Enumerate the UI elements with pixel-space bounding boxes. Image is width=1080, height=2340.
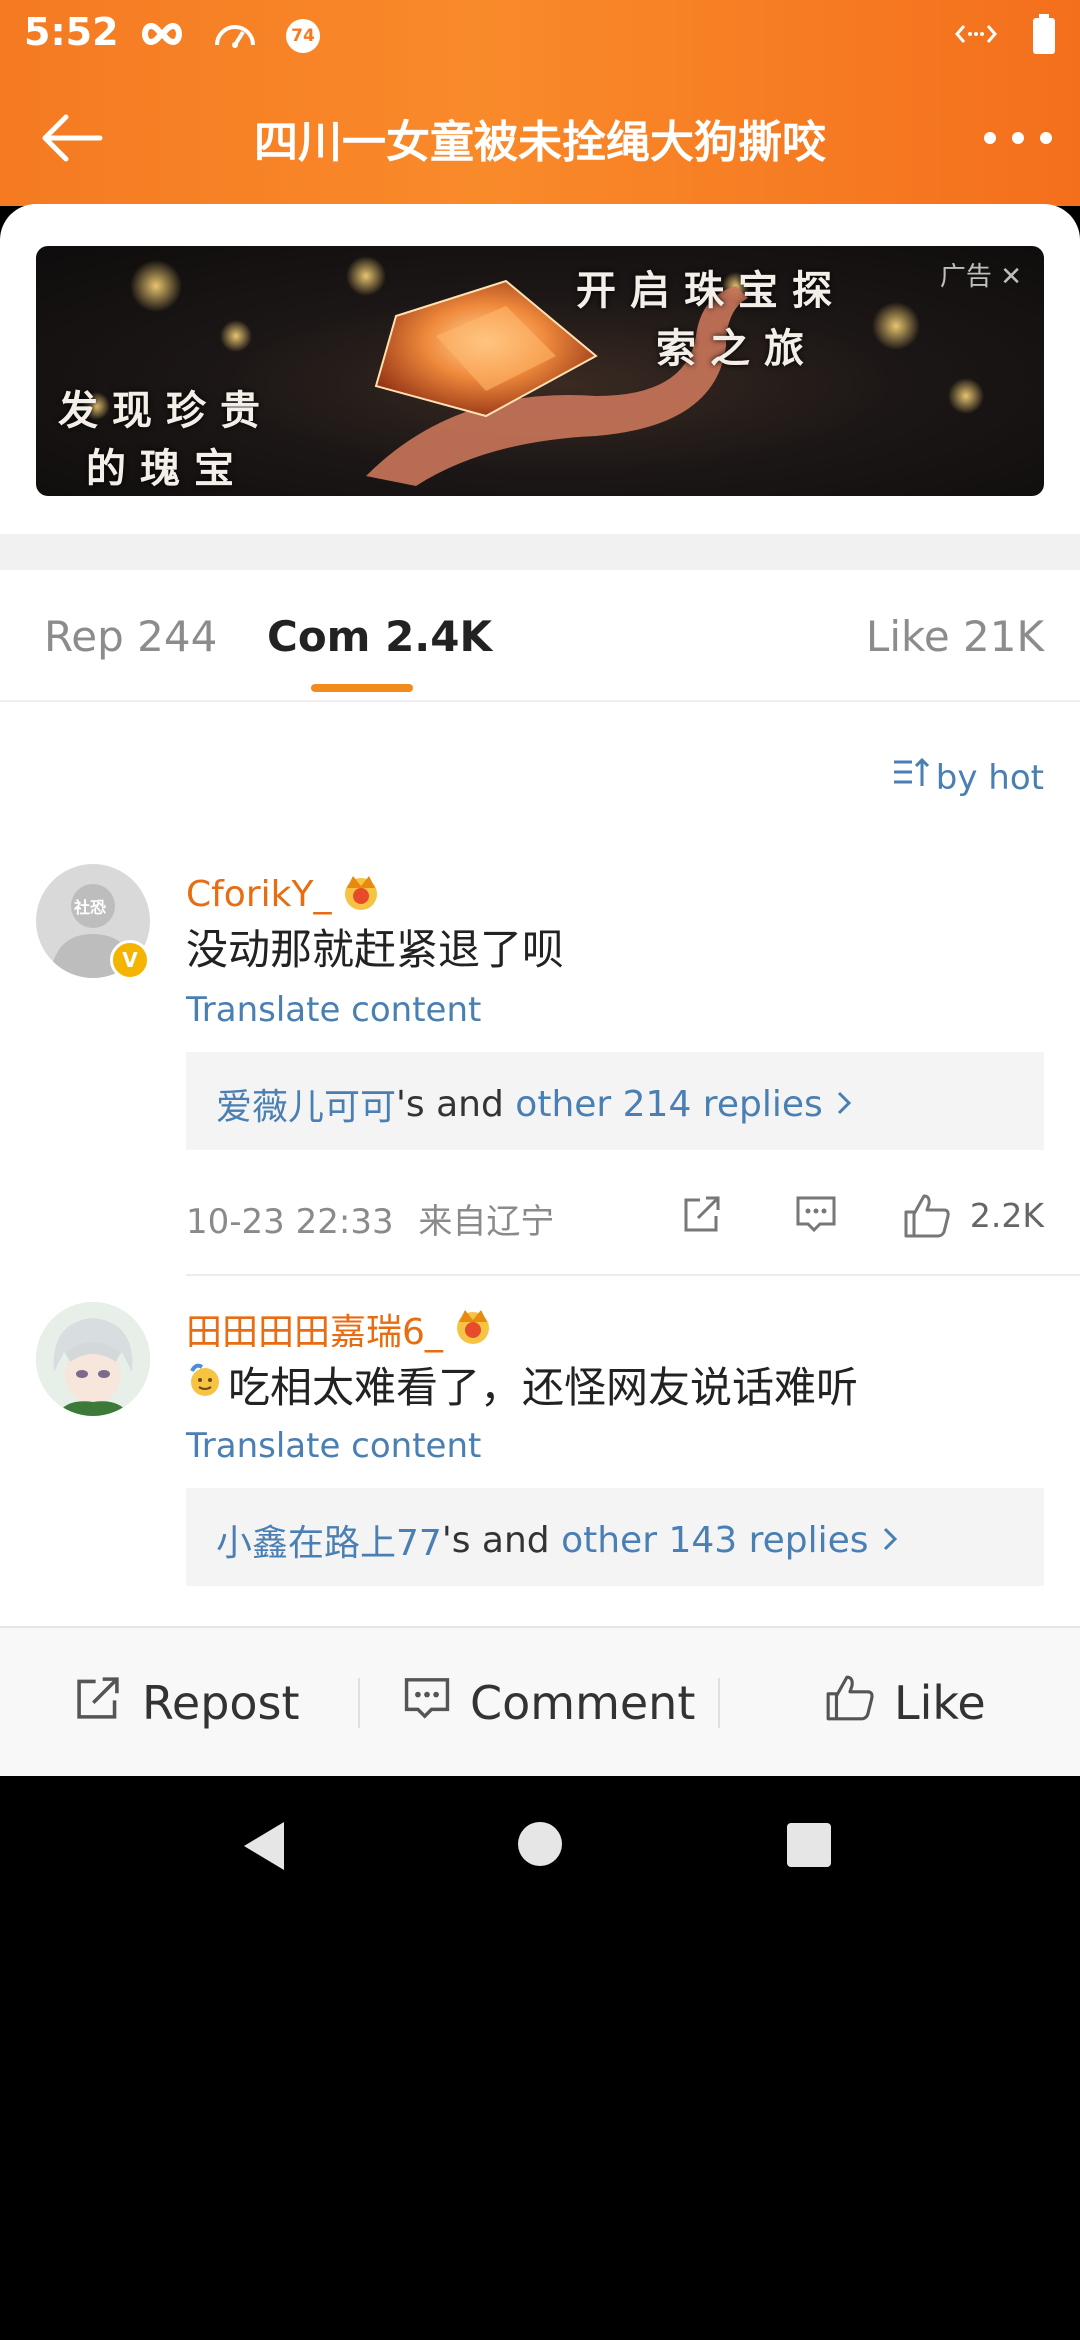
reply-username[interactable]: 爱薇儿可可 (216, 1078, 396, 1130)
crown-icon (339, 868, 383, 921)
bottom-action-bar: Repost Comment Like (0, 1626, 1080, 1778)
comment-icon (794, 1196, 838, 1240)
reply-connector: 's and (396, 1083, 516, 1125)
date-text: 10-23 22:33 (186, 1202, 394, 1242)
chevron-right-icon (835, 1084, 853, 1125)
share-icon (72, 1672, 124, 1735)
more-dots-icon (978, 132, 1058, 166)
crown-icon (451, 1302, 495, 1355)
repost-comment-button[interactable] (680, 1192, 724, 1240)
arrow-left-icon (36, 114, 108, 178)
active-tab-indicator (311, 684, 413, 692)
ad-text-left-2: 的瑰宝 (86, 445, 248, 492)
comment-meta: 10-23 22:33 来自辽宁 2.2K (186, 1186, 1044, 1246)
infinity-icon (140, 21, 184, 51)
recents-square-icon[interactable] (786, 1822, 832, 1872)
more-replies-link[interactable]: other 143 replies (561, 1520, 868, 1561)
more-button[interactable] (978, 114, 1058, 162)
replies-preview[interactable]: 爱薇儿可可 's and other 214 replies (186, 1052, 1044, 1150)
home-circle-icon[interactable] (516, 1820, 564, 1872)
like-button[interactable] (902, 1192, 952, 1244)
like-button[interactable]: Like (824, 1628, 986, 1778)
location-text: 来自辽宁 (418, 1202, 555, 1242)
tab-repost[interactable]: Rep 244 (44, 612, 217, 661)
notification-badge-icon: 74 (286, 19, 320, 53)
comment-button[interactable]: Comment (402, 1628, 695, 1778)
comment-date: 10-23 22:33 来自辽宁 (186, 1194, 554, 1243)
comment-item: 田田田田嘉瑞6_ 吃相太难看了，还怪网友说话难听 Translate conte… (0, 1302, 1080, 1626)
chevron-right-icon (881, 1520, 899, 1561)
comment-label: Comment (470, 1676, 696, 1730)
ad-text-left-1: 发现珍贵 (58, 387, 274, 434)
bottom-bar-divider (358, 1678, 360, 1728)
sort-label: by hot (935, 757, 1044, 798)
ad-banner[interactable]: 开启珠宝探 索之旅 发现珍贵 的瑰宝 广告 ✕ (36, 246, 1044, 496)
speedometer-icon (212, 19, 258, 53)
ad-text-right-1: 开启珠宝探 (576, 267, 846, 314)
close-icon: ✕ (1000, 262, 1022, 292)
like-label: Like (894, 1676, 986, 1730)
username-text: 田田田田嘉瑞6_ (186, 1311, 443, 1353)
comment-divider (186, 1274, 1080, 1276)
comment-username[interactable]: CforikY_ (186, 868, 383, 921)
system-nav-bar (0, 1776, 1080, 1916)
reply-connector: 's and (441, 1519, 562, 1561)
reply-username[interactable]: 小鑫在路上77 (216, 1514, 442, 1566)
reply-button[interactable] (794, 1192, 838, 1240)
thumbs-up-icon (824, 1673, 876, 1734)
translate-link[interactable]: Translate content (186, 990, 481, 1030)
avatar-text: 社恐 (74, 898, 107, 917)
ad-label: 广告 (939, 262, 992, 292)
tab-bar: Rep 244 Com 2.4K Like 21K (0, 570, 1080, 702)
avatar[interactable] (36, 1302, 150, 1416)
ad-text-right-2: 索之旅 (656, 325, 818, 372)
status-icons-left: 74 (140, 12, 320, 60)
share-icon (680, 1196, 724, 1240)
bottom-bar-divider (718, 1678, 720, 1728)
sort-icon (892, 756, 930, 799)
translate-link[interactable]: Translate content (186, 1426, 481, 1466)
status-bar: 5:52 74 (0, 0, 1080, 72)
like-count: 2.2K (969, 1196, 1044, 1235)
comment-text: 没动那就赶紧退了呗 (186, 925, 565, 974)
username-text: CforikY_ (186, 874, 332, 915)
comment-text-row: 吃相太难看了，还怪网友说话难听 (186, 1354, 858, 1415)
tab-comments[interactable]: Com 2.4K (267, 612, 492, 661)
emoji-icon (186, 1360, 224, 1409)
back-button[interactable] (36, 102, 108, 174)
replies-preview[interactable]: 小鑫在路上77 's and other 143 replies (186, 1488, 1044, 1586)
comment-icon (402, 1673, 452, 1734)
data-transfer-icon (954, 20, 998, 52)
page-title: 四川一女童被未拴绳大狗撕咬 (254, 117, 826, 168)
thumbs-up-icon (902, 1194, 952, 1244)
repost-button[interactable]: Repost (72, 1628, 300, 1778)
comment-text: 吃相太难看了，还怪网友说话难听 (228, 1363, 859, 1412)
section-separator (0, 534, 1080, 570)
repost-label: Repost (142, 1676, 300, 1730)
verified-badge: V (110, 940, 150, 980)
status-time: 5:52 (24, 10, 119, 54)
comment-username[interactable]: 田田田田嘉瑞6_ (186, 1302, 495, 1355)
comment-list: by hot 社恐 V CforikY_ 没动那就赶紧退了呗 Translate… (0, 702, 1080, 1626)
nav-bar: 四川一女童被未拴绳大狗撕咬 (0, 92, 1080, 182)
status-icons-right (954, 12, 1056, 60)
more-replies-link[interactable]: other 214 replies (515, 1084, 822, 1125)
app-header: 5:52 74 四川一女童被未拴绳大狗撕咬 (0, 0, 1080, 206)
tab-likes[interactable]: Like 21K (866, 612, 1044, 661)
back-triangle-icon[interactable] (240, 1820, 288, 1876)
sort-button[interactable]: by hot (892, 756, 1044, 799)
comment-item: 社恐 V CforikY_ 没动那就赶紧退了呗 Translate conten… (0, 862, 1080, 1302)
ad-close-button[interactable]: 广告 ✕ (940, 256, 1022, 293)
battery-icon (1032, 14, 1056, 58)
